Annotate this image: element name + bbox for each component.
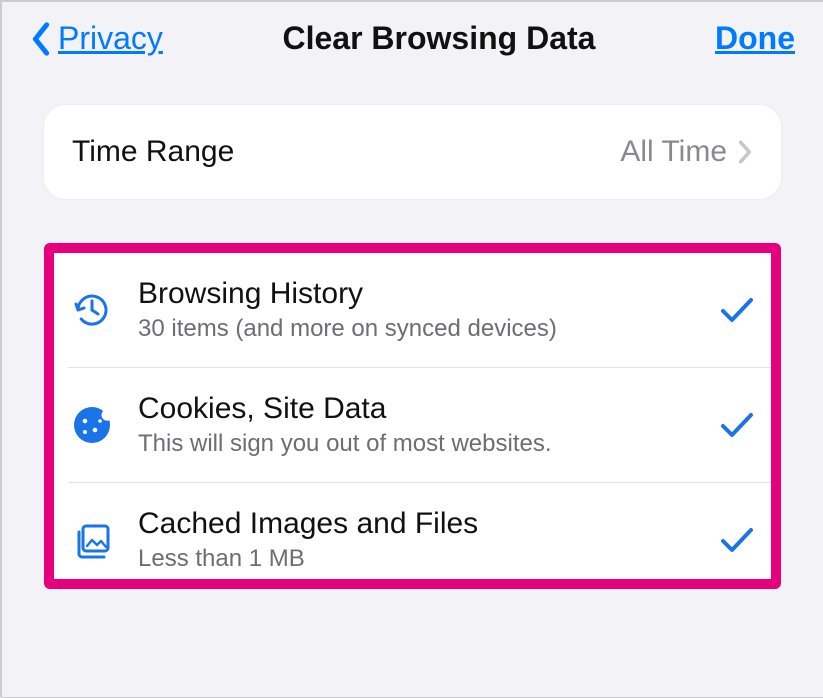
time-range-label: Time Range xyxy=(72,135,234,169)
option-text: Browsing History 30 items (and more on s… xyxy=(138,277,697,343)
time-range-value-wrap: All Time xyxy=(620,135,753,169)
back-label: Privacy xyxy=(58,20,163,57)
back-button[interactable]: Privacy xyxy=(30,20,163,57)
option-cookies[interactable]: Cookies, Site Data This will sign you ou… xyxy=(54,368,771,482)
option-cached[interactable]: Cached Images and Files Less than 1 MB xyxy=(54,483,771,579)
option-text: Cached Images and Files Less than 1 MB xyxy=(138,507,697,573)
time-range-row[interactable]: Time Range All Time xyxy=(44,105,781,199)
option-title: Cached Images and Files xyxy=(138,507,697,541)
done-button[interactable]: Done xyxy=(715,20,795,57)
time-range-card: Time Range All Time xyxy=(44,105,781,199)
option-subtitle: Less than 1 MB xyxy=(138,545,697,573)
option-text: Cookies, Site Data This will sign you ou… xyxy=(138,392,697,458)
cookie-icon xyxy=(68,404,116,446)
checkmark-icon xyxy=(719,295,755,325)
chevron-right-icon xyxy=(737,139,753,165)
content-area: Time Range All Time Browsing History xyxy=(2,105,823,589)
option-title: Cookies, Site Data xyxy=(138,392,697,426)
option-title: Browsing History xyxy=(138,277,697,311)
history-icon xyxy=(68,288,116,332)
header-bar: Privacy Clear Browsing Data Done xyxy=(2,2,823,105)
option-subtitle: This will sign you out of most websites. xyxy=(138,430,697,458)
image-stack-icon xyxy=(68,518,116,562)
options-highlight: Browsing History 30 items (and more on s… xyxy=(44,243,781,589)
checkmark-icon xyxy=(719,410,755,440)
chevron-left-icon xyxy=(30,22,52,56)
time-range-value: All Time xyxy=(620,135,727,169)
option-browsing-history[interactable]: Browsing History 30 items (and more on s… xyxy=(54,253,771,367)
checkmark-icon xyxy=(719,525,755,555)
option-subtitle: 30 items (and more on synced devices) xyxy=(138,315,697,343)
page-title: Clear Browsing Data xyxy=(163,20,715,57)
